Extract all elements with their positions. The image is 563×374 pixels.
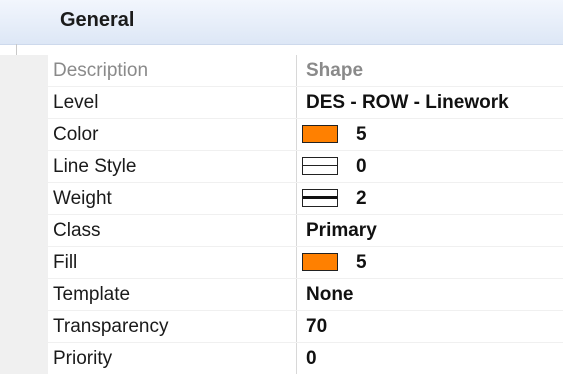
property-value-cell[interactable]: 5 [298,119,563,150]
property-value: 2 [356,188,367,209]
property-row-class[interactable]: Class Primary [0,215,563,247]
row-gutter [0,215,48,246]
property-row-weight[interactable]: Weight 2 [0,183,563,215]
property-name: Level [53,92,99,113]
property-name-cell: Weight [48,183,297,214]
property-row-transparency[interactable]: Transparency 70 [0,311,563,343]
property-row-level[interactable]: Level DES - ROW - Linework [0,87,563,119]
property-name: Weight [53,188,112,209]
property-name-cell: Color [48,119,297,150]
property-value: 0 [306,348,317,369]
property-value: 70 [306,316,328,337]
property-name-cell: Priority [48,343,297,374]
property-value: 5 [356,124,367,145]
property-name-cell: Transparency [48,311,297,342]
property-row-fill[interactable]: Fill 5 [0,247,563,279]
property-row-color[interactable]: Color 5 [0,119,563,151]
property-name-cell: Line Style [48,151,297,182]
property-row-line-style[interactable]: Line Style 0 [0,151,563,183]
section-header-general[interactable]: General [0,0,563,45]
property-value: Primary [306,220,377,241]
property-value-cell[interactable]: 0 [298,343,563,374]
property-value-cell[interactable]: 2 [298,183,563,214]
property-value-cell[interactable]: Primary [298,215,563,246]
property-name: Color [53,124,99,145]
property-value-cell[interactable]: None [298,279,563,310]
property-name-cell: Level [48,87,297,118]
property-value-cell[interactable]: 70 [298,311,563,342]
row-gutter [0,87,48,118]
property-value-cell[interactable]: Shape [298,55,563,86]
property-name-cell: Fill [48,247,297,278]
row-gutter [0,183,48,214]
property-name: Template [53,284,131,305]
property-value: 5 [356,252,367,273]
color-swatch-icon [302,125,338,143]
property-value-cell[interactable]: DES - ROW - Linework [298,87,563,118]
property-name-cell: Template [48,279,297,310]
property-name: Priority [53,348,113,369]
property-value: DES - ROW - Linework [306,92,509,113]
property-row-description[interactable]: Description Shape [0,55,563,87]
row-gutter [0,119,48,150]
row-gutter [0,247,48,278]
property-name: Line Style [53,156,137,177]
row-gutter [0,55,48,86]
property-name: Transparency [53,316,169,337]
line-weight-icon [302,189,338,207]
property-value-cell[interactable]: 5 [298,247,563,278]
line-style-icon [302,157,338,175]
fill-color-swatch-icon [302,253,338,271]
property-row-template[interactable]: Template None [0,279,563,311]
property-value: Shape [306,60,364,81]
property-row-priority[interactable]: Priority 0 [0,343,563,374]
property-name: Description [53,60,149,81]
property-value: 0 [356,156,367,177]
row-gutter [0,151,48,182]
property-name: Fill [53,252,78,273]
property-name: Class [53,220,101,241]
row-gutter [0,343,48,374]
property-name-cell: Description [48,55,297,86]
section-title: General [60,9,135,31]
row-gutter [0,311,48,342]
property-name-cell: Class [48,215,297,246]
property-value-cell[interactable]: 0 [298,151,563,182]
properties-panel: General Description Shape Level DES - RO… [0,0,563,374]
property-value: None [306,284,354,305]
property-grid: Description Shape Level DES - ROW - Line… [0,55,563,374]
row-gutter [0,279,48,310]
